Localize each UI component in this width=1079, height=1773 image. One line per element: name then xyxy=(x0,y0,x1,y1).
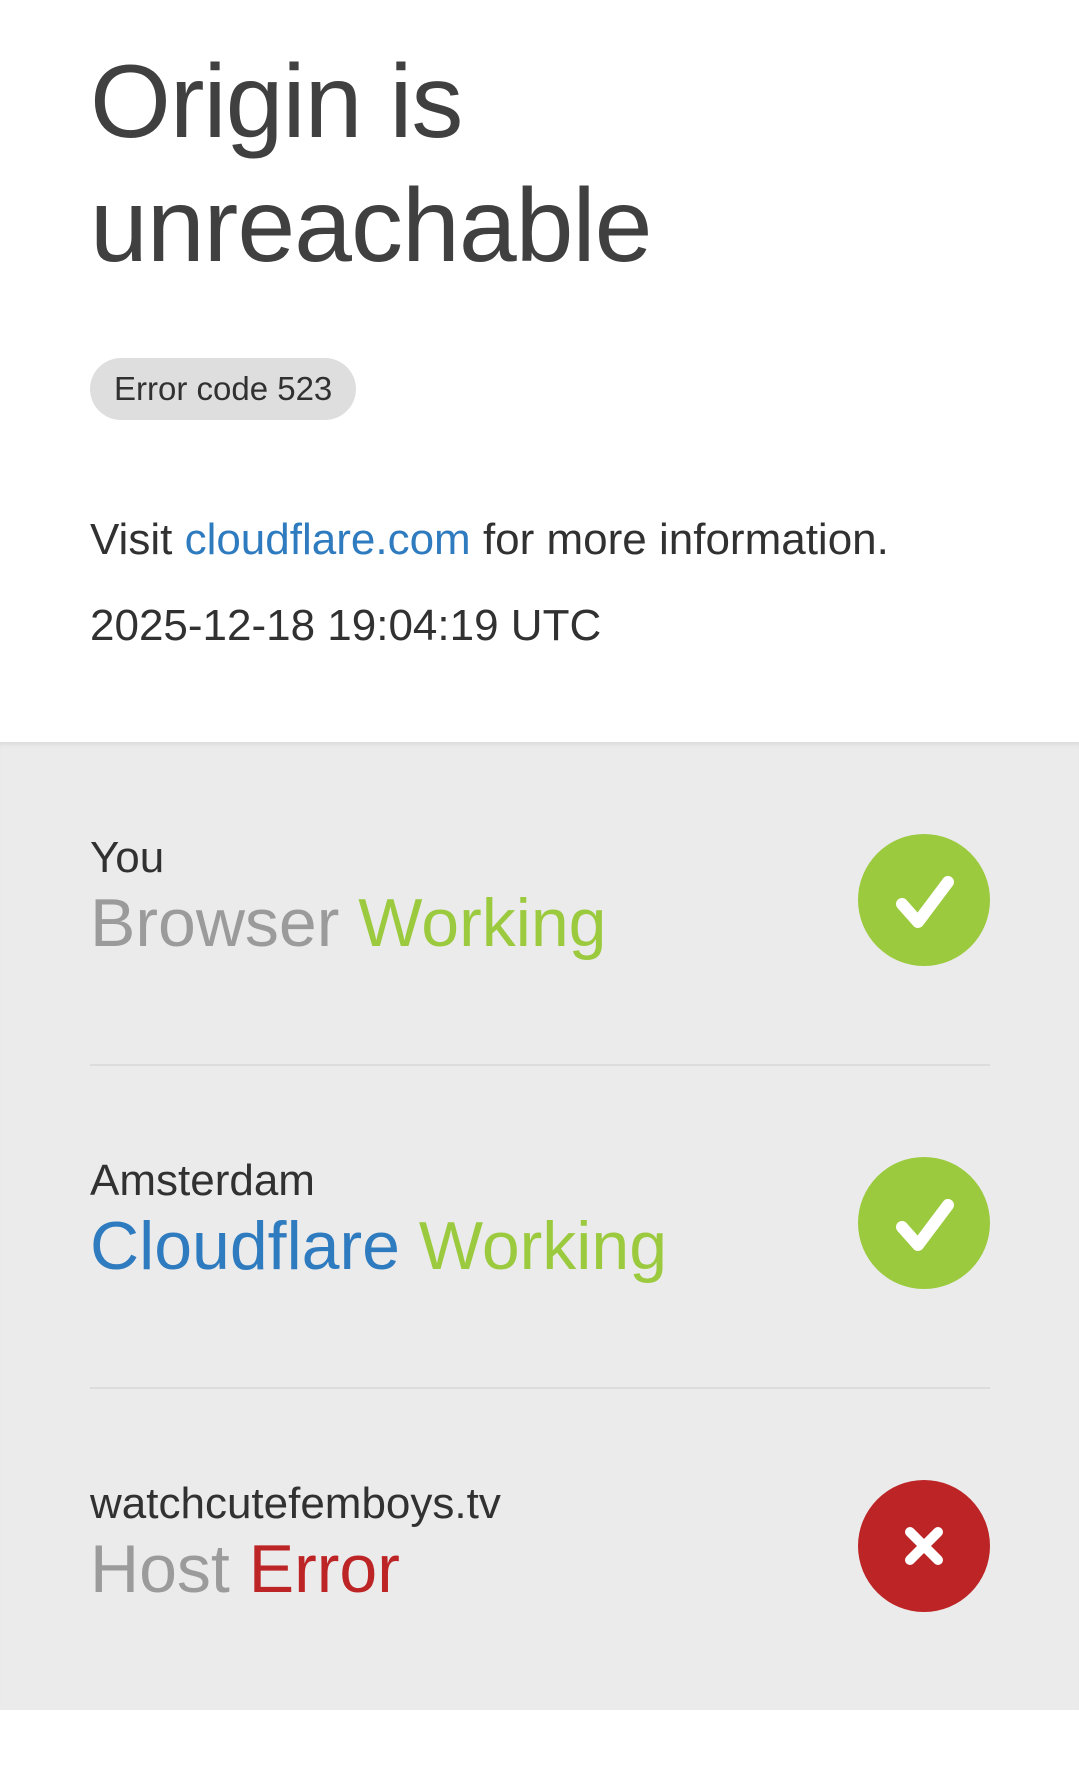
status-row-cloudflare: Amsterdam Cloudflare Working xyxy=(90,1065,990,1388)
visit-prefix: Visit xyxy=(90,515,173,564)
status-row-host: watchcutefemboys.tv Host Error xyxy=(90,1388,990,1711)
cloudflare-link[interactable]: cloudflare.com xyxy=(185,515,471,564)
status-text: Host Error xyxy=(90,1528,400,1610)
status-row-browser: You Browser Working xyxy=(90,742,990,1065)
status-panel: You Browser Working Amsterdam Cloudflare… xyxy=(0,742,1079,1710)
visit-suffix: for more information. xyxy=(482,515,889,564)
error-code-badge: Error code 523 xyxy=(90,358,357,420)
status-text: Browser Working xyxy=(90,882,606,964)
status-location: You xyxy=(90,833,165,882)
check-icon xyxy=(858,1157,990,1289)
status-state: Error xyxy=(248,1531,400,1607)
check-icon xyxy=(858,834,990,966)
error-header: Origin is unreachable Error code 523 Visi… xyxy=(0,0,1079,742)
page-title-line2: unreachable xyxy=(90,168,652,284)
page-title: Origin is unreachable xyxy=(90,40,990,288)
status-label: Browser xyxy=(90,885,340,961)
status-label: Cloudflare xyxy=(90,1208,400,1284)
close-icon xyxy=(858,1480,990,1612)
page-footer xyxy=(0,1710,1079,1773)
error-timestamp: 2025-12-18 19:04:19 UTC xyxy=(90,601,602,650)
status-label: Host xyxy=(90,1531,230,1607)
status-state: Working xyxy=(358,885,607,961)
status-location: Amsterdam xyxy=(90,1156,315,1205)
status-text: Cloudflare Working xyxy=(90,1205,667,1287)
visit-info: Visit cloudflare.com for more informatio… xyxy=(90,512,889,568)
status-location: watchcutefemboys.tv xyxy=(90,1479,501,1528)
status-state: Working xyxy=(418,1208,668,1284)
page-title-line1: Origin is xyxy=(90,44,463,160)
